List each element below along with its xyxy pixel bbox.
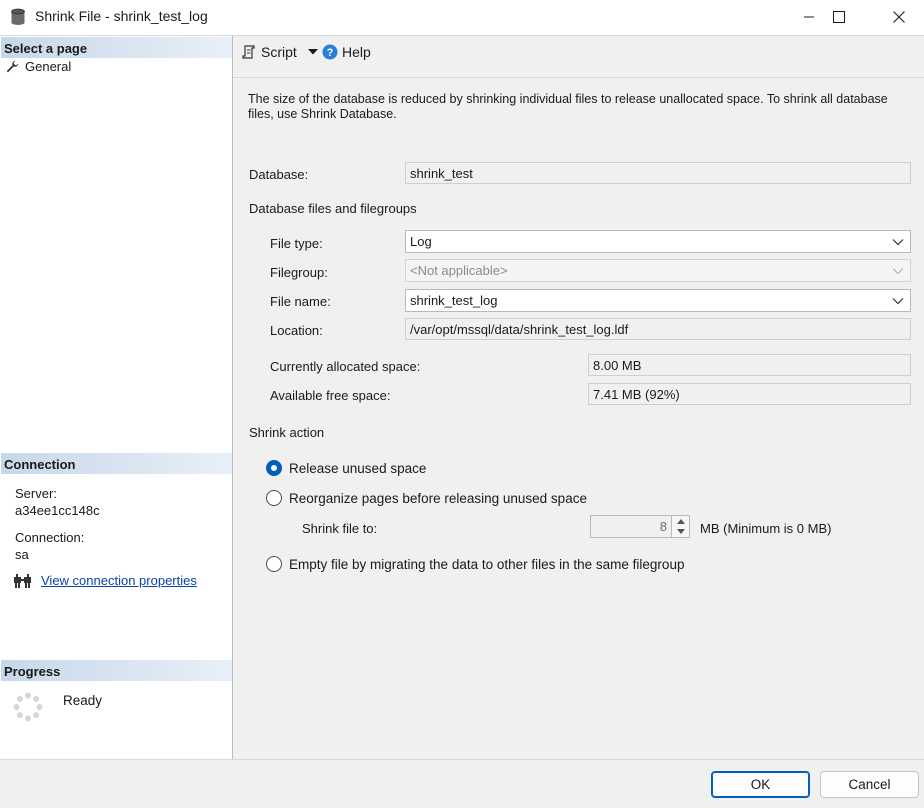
empty-file-radio[interactable]: Empty file by migrating the data to othe…: [266, 556, 684, 572]
file-type-select[interactable]: Log: [405, 230, 911, 253]
maximize-button[interactable]: [816, 0, 862, 33]
database-field: shrink_test: [405, 162, 911, 184]
progress-spinner-icon: [13, 692, 43, 722]
server-label: Server:: [15, 486, 57, 501]
window-title: Shrink File - shrink_test_log: [35, 8, 208, 24]
connection-properties-icon: [14, 574, 31, 588]
chevron-down-icon: [307, 49, 318, 55]
view-connection-properties-link[interactable]: View connection properties: [41, 573, 197, 588]
shrink-to-label: Shrink file to:: [302, 521, 378, 536]
allocated-label: Currently allocated space:: [270, 359, 421, 374]
shrink-to-stepper: 8: [590, 515, 690, 538]
allocated-field: 8.00 MB: [588, 354, 911, 376]
chevron-down-icon: [892, 268, 904, 275]
free-space-field: 7.41 MB (92%): [588, 383, 911, 405]
svg-text:?: ?: [327, 47, 334, 59]
script-button[interactable]: Script: [241, 44, 319, 60]
progress-status: Ready: [63, 693, 103, 708]
chevron-down-icon: [892, 298, 904, 305]
filegroup-value: <Not applicable>: [410, 263, 508, 278]
filegroup-select: <Not applicable>: [405, 259, 911, 282]
left-panel: [0, 35, 233, 759]
radio-unselected-icon: [266, 556, 282, 572]
help-label: Help: [342, 44, 371, 60]
script-icon: [242, 45, 255, 59]
stepper-up-icon: [672, 516, 689, 526]
progress-header: Progress: [1, 660, 232, 681]
radio-unselected-icon: [266, 490, 282, 506]
shrink-action-label: Shrink action: [249, 425, 325, 440]
close-icon: [893, 10, 905, 23]
stepper-down-icon: [672, 526, 689, 536]
database-label: Database:: [249, 167, 309, 182]
files-group-label: Database files and filegroups: [249, 201, 417, 216]
server-value: a34ee1cc148c: [15, 503, 100, 518]
maximize-icon: [833, 10, 845, 23]
file-type-value: Log: [410, 234, 432, 249]
location-label: Location:: [270, 323, 323, 338]
file-name-label: File name:: [270, 294, 331, 309]
page-description: The size of the database is reduced by s…: [248, 92, 888, 121]
file-name-select[interactable]: shrink_test_log: [405, 289, 911, 312]
connection-header: Connection: [1, 453, 232, 474]
empty-file-label: Empty file by migrating the data to othe…: [289, 556, 685, 572]
ok-button[interactable]: OK: [711, 771, 810, 798]
help-icon: ?: [322, 44, 338, 60]
chevron-down-icon: [892, 239, 904, 246]
minimize-icon: [804, 16, 814, 17]
shrink-to-unit: MB (Minimum is 0 MB): [700, 521, 832, 536]
script-label: Script: [261, 44, 297, 60]
release-unused-radio[interactable]: Release unused space: [266, 460, 426, 476]
free-space-label: Available free space:: [270, 388, 391, 403]
database-icon: [11, 8, 25, 25]
location-field: /var/opt/mssql/data/shrink_test_log.ldf: [405, 318, 911, 340]
wrench-icon: [6, 60, 19, 73]
radio-selected-icon: [266, 460, 282, 476]
stepper-arrows: [671, 516, 689, 537]
page-item-general[interactable]: General: [6, 59, 71, 74]
file-type-label: File type:: [270, 236, 323, 251]
release-unused-label: Release unused space: [289, 460, 427, 476]
page-item-label: General: [25, 59, 72, 74]
help-button[interactable]: ? Help: [322, 44, 371, 60]
select-page-header: Select a page: [1, 37, 232, 58]
shrink-to-value: 8: [659, 519, 667, 534]
connection-value: sa: [15, 547, 29, 562]
reorganize-radio[interactable]: Reorganize pages before releasing unused…: [266, 490, 587, 506]
cancel-button[interactable]: Cancel: [820, 771, 919, 798]
close-button[interactable]: [876, 0, 922, 33]
connection-label: Connection:: [15, 530, 85, 545]
filegroup-label: Filegroup:: [270, 265, 328, 280]
reorganize-label: Reorganize pages before releasing unused…: [289, 490, 587, 506]
file-name-value: shrink_test_log: [410, 293, 498, 308]
